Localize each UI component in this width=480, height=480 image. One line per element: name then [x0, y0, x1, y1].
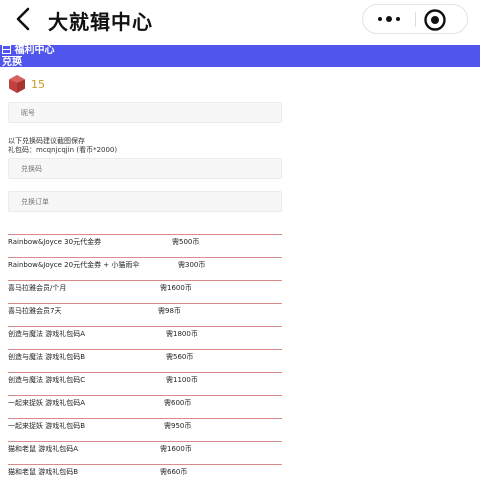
gem-icon — [9, 75, 25, 93]
item-name: 一起来捉妖 游戏礼包码A — [8, 399, 86, 407]
item-cost: 需600币 — [164, 399, 192, 407]
list-item[interactable]: Rainbow&Joyce 30元代金券 需500币 — [8, 234, 282, 257]
item-cost: 需300币 — [178, 261, 206, 269]
item-name: 一起来捉妖 游戏礼包码B — [8, 422, 86, 430]
item-name: 创造与魔法 游戏礼包码A — [8, 330, 86, 338]
capsule-divider — [415, 12, 416, 27]
item-cost: 需1600币 — [160, 445, 192, 453]
header-banner: 福利中心 兑换 — [0, 45, 480, 68]
item-cost: 需560币 — [166, 353, 194, 361]
item-cost: 需98币 — [158, 307, 181, 315]
list-item[interactable]: 猫和老鼠 游戏礼包码B 需660币 — [8, 464, 282, 480]
redeem-code-input[interactable] — [8, 158, 282, 179]
list-item[interactable]: 一起来捉妖 游戏礼包码A 需600币 — [8, 395, 282, 418]
list-item[interactable]: 喜马拉雅会员/个月 需1600币 — [8, 280, 282, 303]
item-name: 创造与魔法 游戏礼包码C — [8, 376, 86, 384]
item-cost: 需500币 — [172, 238, 200, 246]
item-cost: 需1800币 — [166, 330, 198, 338]
banner-subheading: 兑换 — [2, 56, 22, 68]
item-name: 喜马拉雅会员/个月 — [8, 284, 67, 292]
item-name: 猫和老鼠 游戏礼包码A — [8, 445, 79, 453]
top-nav-bar: 大就辑中心 — [0, 0, 480, 40]
list-item[interactable]: Rainbow&Joyce 20元代金券 + 小猫雨伞 需300币 — [8, 257, 282, 280]
list-item[interactable]: 猫和老鼠 游戏礼包码A 需1600币 — [8, 441, 282, 464]
close-mini-program-icon[interactable] — [423, 8, 447, 32]
redeem-item-list: Rainbow&Joyce 30元代金券 需500币 Rainbow&Joyce… — [8, 234, 282, 480]
banner-subheading-row: 兑换 — [2, 56, 22, 68]
notice-line-1: 以下兑换码建议截图保存 — [8, 137, 85, 145]
notice-line-2: 礼包码：mcqnjcqjin (看币*2000) — [8, 146, 118, 154]
banner-heading: 福利中心 — [14, 45, 55, 56]
back-arrow-icon[interactable] — [10, 5, 38, 33]
menu-icon[interactable] — [2, 45, 11, 54]
list-item[interactable]: 创造与魔法 游戏礼包码A 需1800币 — [8, 326, 282, 349]
item-name: 创造与魔法 游戏礼包码B — [8, 353, 86, 361]
item-cost: 需660币 — [160, 468, 188, 476]
item-name: 猫和老鼠 游戏礼包码B — [8, 468, 79, 476]
list-item[interactable]: 创造与魔法 游戏礼包码C 需1100币 — [8, 372, 282, 395]
points-balance: 15 — [31, 78, 45, 91]
item-cost: 需1100币 — [166, 376, 198, 384]
page-title: 大就辑中心 — [48, 10, 153, 34]
list-item[interactable]: 创造与魔法 游戏礼包码B 需560币 — [8, 349, 282, 372]
order-input[interactable] — [8, 191, 282, 212]
item-name: 喜马拉雅会员7天 — [8, 307, 62, 315]
mini-program-capsule — [362, 4, 468, 34]
more-menu-icon[interactable] — [363, 5, 415, 33]
item-cost: 需1600币 — [160, 284, 192, 292]
item-cost: 需950币 — [164, 422, 192, 430]
banner-heading-row: 福利中心 — [2, 45, 54, 56]
item-name: Rainbow&Joyce 30元代金券 — [8, 238, 102, 246]
list-item[interactable]: 一起来捉妖 游戏礼包码B 需950币 — [8, 418, 282, 441]
list-item[interactable]: 喜马拉雅会员7天 需98币 — [8, 303, 282, 326]
nickname-input[interactable] — [8, 102, 282, 123]
item-name: Rainbow&Joyce 20元代金券 + 小猫雨伞 — [8, 261, 140, 269]
